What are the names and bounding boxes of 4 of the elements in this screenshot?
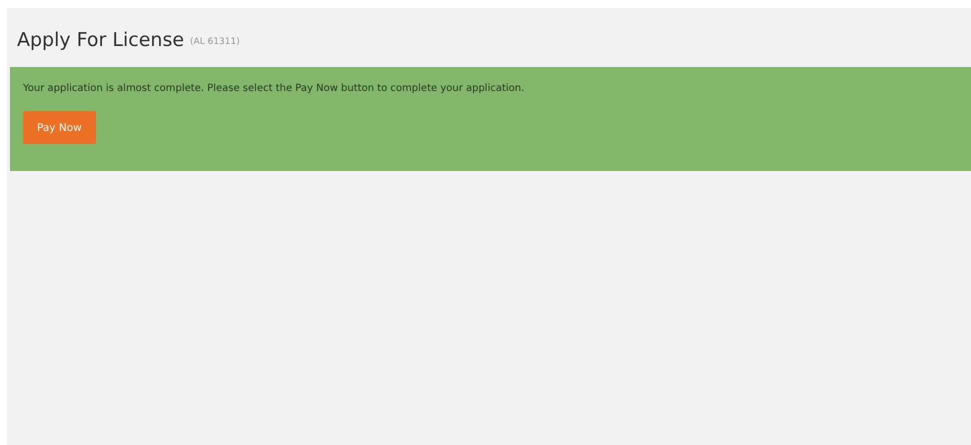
pay-now-button[interactable]: Pay Now [23,111,96,144]
banner-message: Your application is almost complete. Please select the Pay Now button to complete your application. [23,83,524,94]
license-reference: (AL 61311) [190,36,240,47]
page-title: Apply For License [17,28,184,50]
